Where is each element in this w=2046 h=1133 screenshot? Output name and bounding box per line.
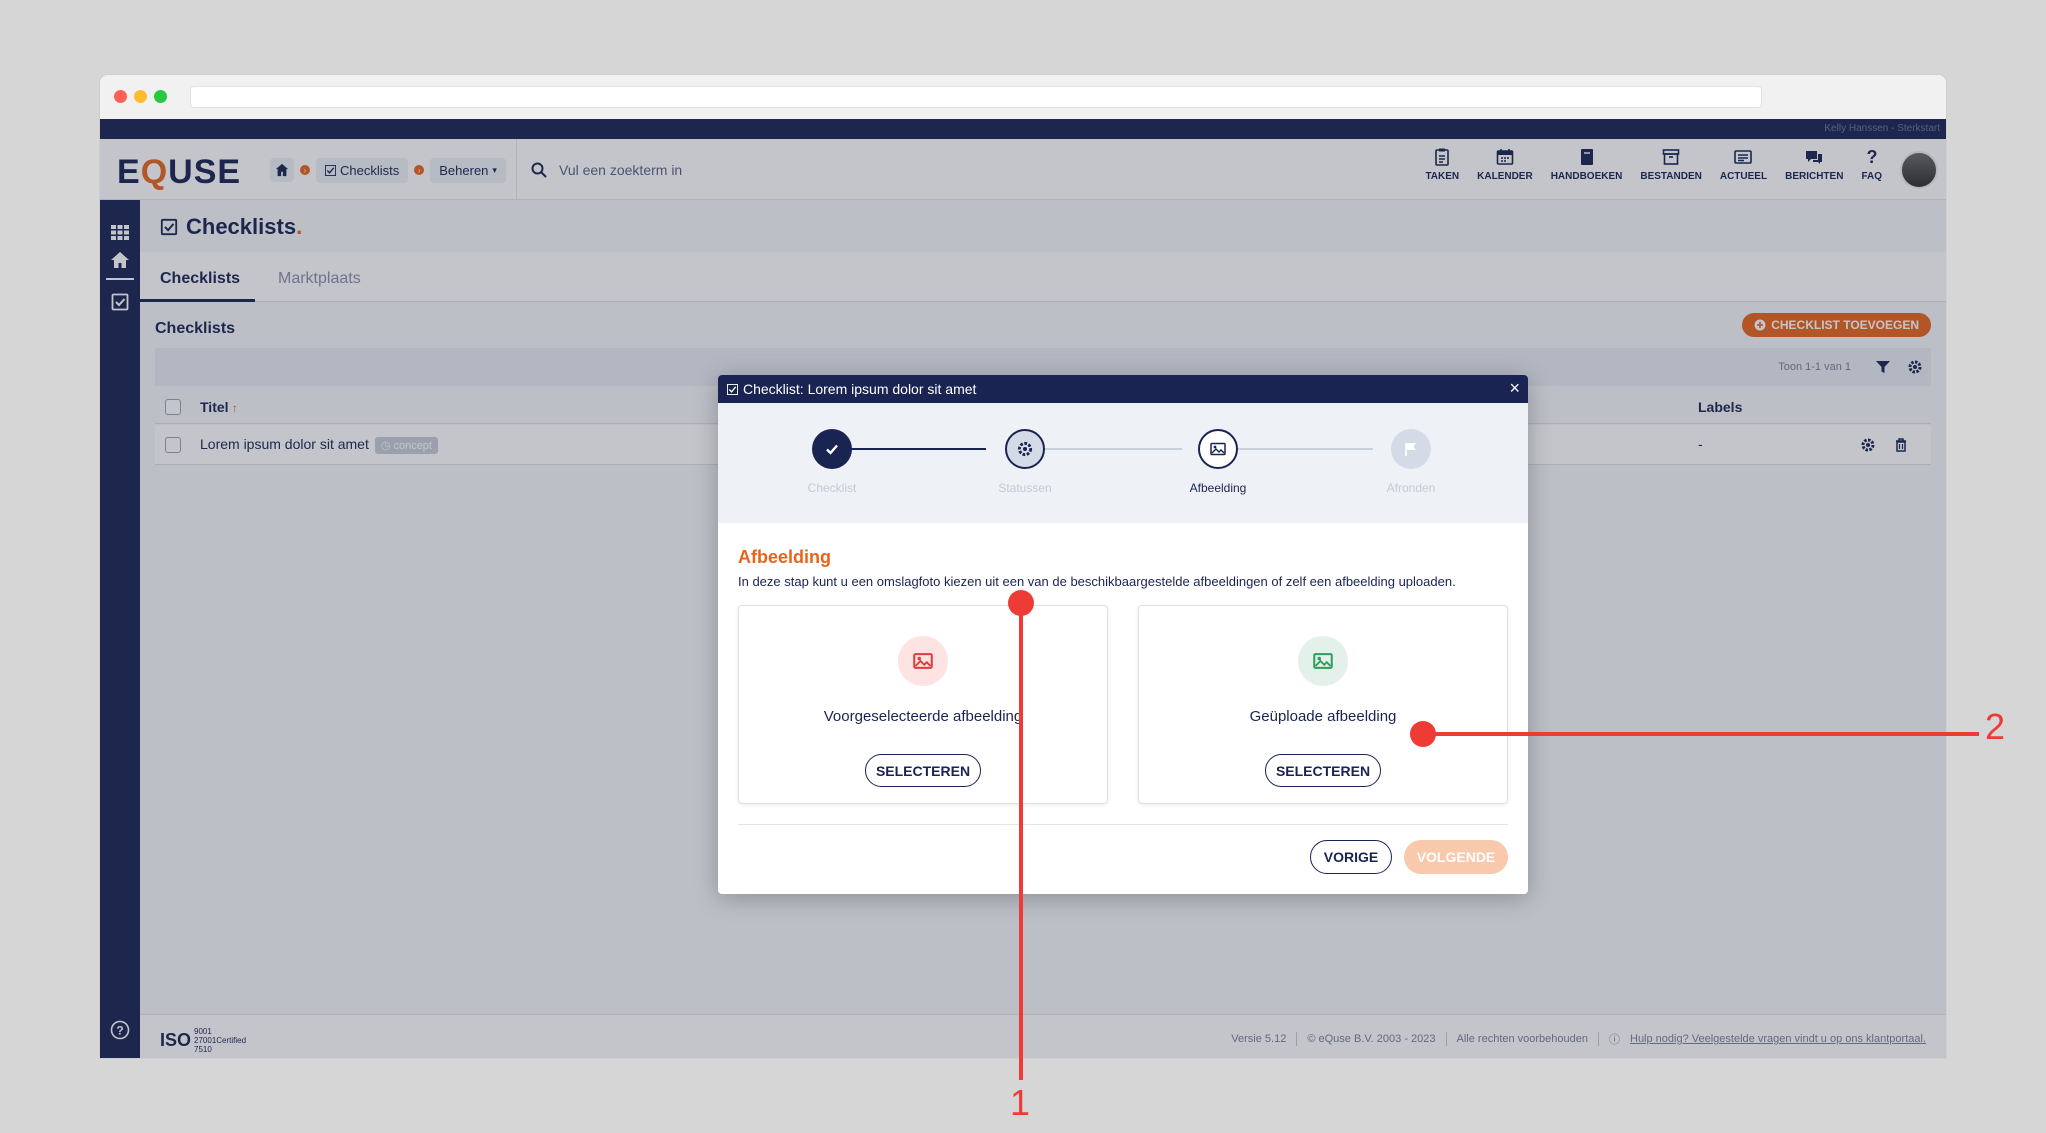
modal-title: Checklist: Lorem ipsum dolor sit amet xyxy=(743,381,977,397)
maximize-window-button[interactable] xyxy=(154,90,167,103)
image-icon xyxy=(898,636,948,686)
step-label-statussen: Statussen xyxy=(998,481,1052,495)
annotation-line-2 xyxy=(1423,732,1979,736)
step-checklist[interactable] xyxy=(812,429,852,469)
step-connector xyxy=(1024,448,1182,450)
preselected-image-card[interactable]: Voorgeselecteerde afbeelding SELECTEREN xyxy=(738,605,1108,804)
step-description: In deze stap kunt u een omslagfoto kieze… xyxy=(738,574,1456,589)
modal-body: Afbeelding In deze stap kunt u een omsla… xyxy=(738,523,1508,804)
close-icon[interactable]: × xyxy=(1509,379,1520,397)
image-option-cards: Voorgeselecteerde afbeelding SELECTEREN … xyxy=(738,605,1508,805)
previous-button[interactable]: VORIGE xyxy=(1310,840,1392,874)
annotation-line-1 xyxy=(1019,603,1023,1080)
wizard-stepper: Checklist Statussen Afbeelding Afronden xyxy=(718,403,1528,523)
modal-divider xyxy=(738,824,1508,825)
checkbox-icon xyxy=(727,383,738,395)
annotation-marker-1 xyxy=(1008,590,1034,616)
app: Kelly Hanssen - Sterkstart EQUSE › Check… xyxy=(100,119,1946,1058)
close-window-button[interactable] xyxy=(114,90,127,103)
step-connector xyxy=(832,448,986,450)
step-statussen[interactable] xyxy=(1005,429,1045,469)
annotation-marker-2 xyxy=(1410,721,1436,747)
check-icon xyxy=(826,444,838,455)
step-label-afronden: Afronden xyxy=(1386,481,1436,495)
card-title: Geüploade afbeelding xyxy=(1249,708,1397,725)
step-connector xyxy=(1220,448,1373,450)
select-uploaded-button[interactable]: SELECTEREN xyxy=(1265,754,1381,787)
gear-icon xyxy=(1017,441,1033,457)
select-preselected-button[interactable]: SELECTEREN xyxy=(865,754,981,787)
step-heading: Afbeelding xyxy=(738,547,831,567)
step-afbeelding[interactable] xyxy=(1198,429,1238,469)
image-icon xyxy=(1298,636,1348,686)
next-button[interactable]: VOLGENDE xyxy=(1404,840,1508,874)
uploaded-image-card[interactable]: Geüploade afbeelding SELECTEREN xyxy=(1138,605,1508,804)
annotation-number-2: 2 xyxy=(1985,706,2006,747)
minimize-window-button[interactable] xyxy=(134,90,147,103)
step-label-afbeelding: Afbeelding xyxy=(1189,481,1247,495)
checklist-modal: Checklist: Lorem ipsum dolor sit amet × xyxy=(718,375,1528,894)
image-icon xyxy=(1210,442,1226,456)
address-bar[interactable] xyxy=(190,86,1762,108)
flag-icon xyxy=(1405,443,1416,456)
step-label-checklist: Checklist xyxy=(807,481,857,495)
browser-toolbar xyxy=(100,75,1946,119)
modal-header: Checklist: Lorem ipsum dolor sit amet × xyxy=(718,375,1528,403)
annotation-number-1: 1 xyxy=(1010,1082,1031,1123)
card-title: Voorgeselecteerde afbeelding xyxy=(823,708,1023,725)
browser-window: Kelly Hanssen - Sterkstart EQUSE › Check… xyxy=(100,75,1946,1058)
step-afronden[interactable] xyxy=(1391,429,1431,469)
